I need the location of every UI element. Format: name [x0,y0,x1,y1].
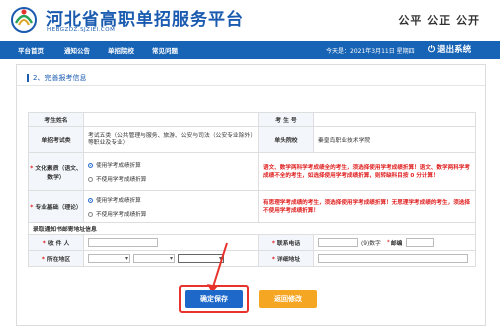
examno-label: 考 生 号 [258,113,313,126]
form-row-receiver: * 收 件 人 * 联系电话 (9)数字 * 邮编 [28,234,476,250]
address-input[interactable] [318,254,468,263]
culture-option-nouse[interactable]: 不使用学考成绩折算 [88,175,146,183]
section-header: 2、完善报考信息 [17,70,485,86]
nav-item-home[interactable]: 平台首页 [18,45,44,55]
skill-option-use-label: 使用学考成绩折算 [96,197,141,204]
skill-option-use[interactable]: 使用学考成绩折算 [88,196,141,204]
radio-checked-icon[interactable] [88,197,93,203]
form-row-culture: * 文化素质（语文、数学） 使用学考成绩折算 不使用学考成绩折算 语文、数学两科… [28,152,476,190]
phone-label: 联系电话 [276,241,301,247]
postcode-input[interactable] [406,238,435,247]
culture-option-nouse-label: 不使用学考成绩折算 [96,176,147,183]
save-button[interactable]: 确定保存 [185,290,243,308]
province-select[interactable] [88,254,130,263]
region-label: 所在地区 [46,257,71,263]
address-label: 详细地址 [276,257,301,263]
name-value [83,113,258,126]
phone-label-cell: * 联系电话 [258,235,313,250]
region-cell [83,251,258,266]
phone-input[interactable] [318,238,358,247]
nav-item-faq[interactable]: 常见问题 [152,45,178,55]
phone-cell: (9)数字 * 邮编 [313,235,476,250]
form-row-mail-title: 录取通知书邮寄地址信息 [28,222,476,234]
power-icon: ⏻ [428,45,436,55]
city-select[interactable] [133,254,175,263]
school-value: 秦皇岛职业技术学院 [313,127,476,152]
examno-value [313,113,476,126]
receiver-input[interactable] [88,238,158,247]
radio-checked-icon[interactable] [88,162,93,168]
slogan: 公平 公正 公开 [398,14,480,27]
phone-hint: (9)数字 [361,241,381,247]
logout-label: 退出系统 [437,45,472,55]
section-title: 2、完善报考信息 [33,74,87,82]
section-marker [27,74,29,82]
form-row-category: 单招考试类 考试五类（公共管理与服务、旅游、公安与司法（公安专业除外）等职业及专… [28,126,476,152]
nav-item-schools[interactable]: 单招院校 [108,45,134,55]
logout-button[interactable]: ⏻ 退出系统 [428,43,471,55]
receiver-cell [83,235,258,250]
culture-label: 文化素质（语文、数学） [35,165,82,181]
culture-label-cell: * 文化素质（语文、数学） [28,153,83,190]
radio-unchecked-icon[interactable] [88,176,93,182]
site-header: 河北省高职单招服务平台 HEBGZDZ.SJZIEI.COM 公平 公正 公开 [0,0,500,40]
culture-option-use[interactable]: 使用学考成绩折算 [88,161,141,169]
receiver-label-cell: * 收 件 人 [28,235,83,250]
address-cell [313,251,476,266]
school-label: 单头院校 [258,127,313,152]
site-domain: HEBGZDZ.SJZIEI.COM [47,27,116,33]
form-row-region: * 所在地区 * 详细地址 [28,250,476,267]
culture-note: 语文、数学两科学考成绩全的考生，须选择使用学考成绩折算！语文、数学两科学考成绩不… [258,153,476,190]
skill-option-nouse-label: 不使用学考成绩折算 [96,211,147,218]
culture-option-use-label: 使用学考成绩折算 [96,162,141,169]
logo-icon [11,7,37,33]
skill-note: 有思理学考成绩的考生，须选择使用学考成绩折算！无思理学考成绩的考生，须选择不使用… [258,191,476,222]
category-label: 单招考试类 [28,127,83,152]
receiver-label: 收 件 人 [47,241,70,247]
skill-option-nouse[interactable]: 不使用学考成绩折算 [88,210,146,218]
radio-unchecked-icon[interactable] [88,211,93,217]
category-value: 考试五类（公共管理与服务、旅游、公安与司法（公安专业除外）等职业及专业） [83,127,258,152]
skill-label: 专业基础（理论） [35,205,82,211]
district-select[interactable] [178,254,224,263]
form-row-skill: * 专业基础（理论） 使用学考成绩折算 不使用学考成绩折算 有思理学考成绩的考生… [28,190,476,222]
today-date: 今天是：2021年3月11日 星期四 [326,48,415,55]
name-label: 考生姓名 [28,113,83,126]
required-mark: * [386,239,390,246]
back-button[interactable]: 返回修改 [259,290,317,308]
address-label-cell: * 详细地址 [258,251,313,266]
culture-options: 使用学考成绩折算 不使用学考成绩折算 [83,153,258,190]
main-nav: 平台首页 通知公告 单招院校 常见问题 今天是：2021年3月11日 星期四 ⏻… [0,41,500,59]
region-label-cell: * 所在地区 [28,251,83,266]
skill-label-cell: * 专业基础（理论） [28,191,83,222]
postcode-label: 邮编 [390,241,403,247]
form-row-name: 考生姓名 考 生 号 [28,112,476,126]
nav-item-notices[interactable]: 通知公告 [64,45,90,55]
skill-options: 使用学考成绩折算 不使用学考成绩折算 [83,191,258,222]
mail-title: 录取通知书邮寄地址信息 [28,223,476,234]
